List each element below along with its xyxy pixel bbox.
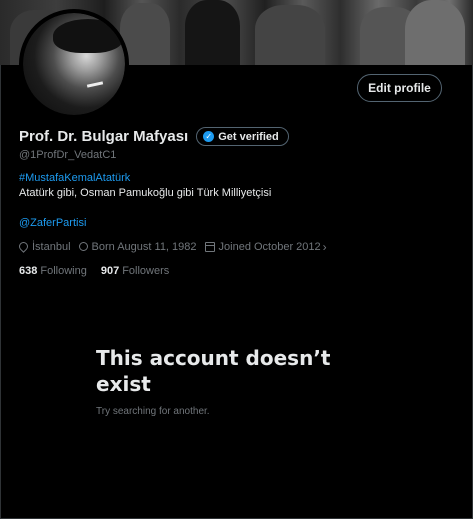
followers-count: 907 xyxy=(100,265,120,277)
empty-state-subtitle: Try searching for another. xyxy=(96,406,210,417)
avatar-hair xyxy=(53,19,123,53)
following-link[interactable]: 638 Following xyxy=(19,265,87,277)
name-row: Prof. Dr. Bulgar Mafyası ✓ Get verified xyxy=(19,127,289,146)
birthday-item: Born August 11, 1982 xyxy=(78,241,197,253)
followers-link[interactable]: 907 Followers xyxy=(101,265,169,277)
followers-label: Followers xyxy=(122,265,170,277)
calendar-icon xyxy=(204,242,215,252)
get-verified-label: Get verified xyxy=(218,130,279,143)
edit-profile-button[interactable]: Edit profile xyxy=(357,74,442,102)
banner-figure xyxy=(255,5,325,65)
empty-state-title: This account doesn’t exist xyxy=(96,346,331,396)
balloon-icon xyxy=(78,241,88,253)
profile-handle: @1ProfDr_VedatC1 xyxy=(19,149,117,161)
joined-item[interactable]: Joined October 2012 › xyxy=(204,240,327,254)
get-verified-button[interactable]: ✓ Get verified xyxy=(196,127,289,146)
profile-meta: İstanbul Born August 11, 1982 Joined Oct… xyxy=(19,240,335,254)
banner-figure xyxy=(405,0,465,65)
banner-figure xyxy=(185,0,240,65)
following-count: 638 xyxy=(19,265,38,277)
location-text: İstanbul xyxy=(32,241,71,253)
chevron-right-icon: › xyxy=(322,240,327,254)
follow-stats: 638 Following 907 Followers xyxy=(19,265,183,277)
location-pin-icon xyxy=(19,242,28,253)
profile-name: Prof. Dr. Bulgar Mafyası xyxy=(19,128,189,145)
following-label: Following xyxy=(40,265,87,277)
avatar[interactable] xyxy=(19,9,129,119)
birthday-text: Born August 11, 1982 xyxy=(91,241,197,253)
bio-hashtag-link[interactable]: #MustafaKemalAtatürk xyxy=(19,172,130,184)
verified-badge-icon: ✓ xyxy=(203,131,215,142)
bio-mention-link[interactable]: @ZaferPartisi xyxy=(19,217,86,229)
joined-text: Joined October 2012 xyxy=(218,241,321,253)
location-item: İstanbul xyxy=(19,241,71,253)
bio-text: Atatürk gibi, Osman Pamukoğlu gibi Türk … xyxy=(19,187,272,199)
